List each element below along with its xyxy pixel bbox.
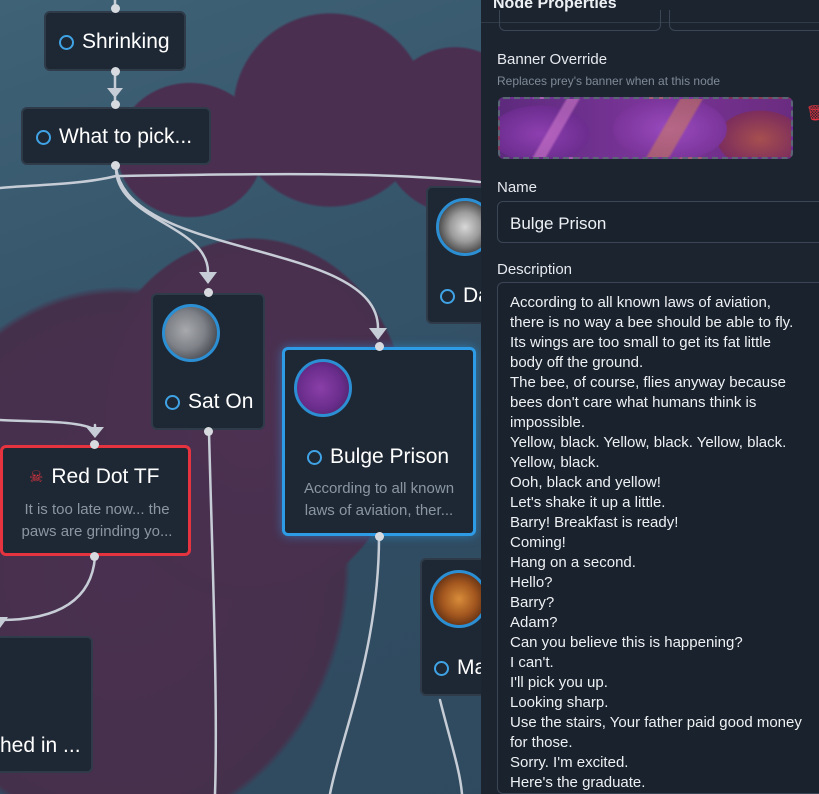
banner-override-label: Banner Override (497, 51, 608, 68)
description-textarea[interactable]: According to all known laws of aviation,… (497, 282, 819, 794)
skull-icon: ☠ (29, 469, 44, 486)
circle-outline-icon (440, 288, 455, 304)
description-line: According to all known laws of aviation, (510, 294, 771, 311)
node-description-line: paws are grinding yo... (21, 523, 173, 540)
description-line: Coming! (510, 534, 566, 551)
circle-outline-icon (434, 660, 449, 676)
description-line: bees don't care what humans think is (510, 394, 757, 411)
circle-outline-icon (165, 394, 180, 410)
name-label: Name (497, 179, 538, 196)
node-port[interactable] (111, 67, 120, 76)
description-line: Ooh, black and yellow! (510, 474, 661, 491)
edge-redot-down (0, 555, 97, 622)
node-label: Bulge Prison (330, 445, 450, 468)
edge-bulge-down (328, 535, 381, 794)
name-value: Bulge Prison (510, 214, 607, 233)
banner-image[interactable] (498, 97, 793, 159)
edge-ma-down (438, 698, 464, 794)
node-bulge-prison[interactable]: Bulge Prison According to all known laws… (282, 347, 476, 536)
description-label: Description (497, 261, 573, 278)
description-line: Hello? (510, 574, 553, 591)
circle-outline-icon (36, 129, 51, 145)
edge-sat-down (207, 430, 218, 794)
arrow-bottom-left (0, 617, 8, 628)
description-line: Barry! Breakfast is ready! (510, 514, 679, 531)
description-line: Adam? (510, 614, 558, 631)
banner-override-hint: Replaces prey's banner when at this node (497, 74, 721, 88)
node-port[interactable] (90, 552, 99, 561)
node-port[interactable] (375, 532, 384, 541)
description-line: there is no way a bee should be able to … (510, 314, 794, 331)
node-port[interactable] (204, 427, 213, 436)
node-description-line: According to all known (303, 480, 455, 497)
node-bottom-left-partial[interactable]: hed in ... (0, 636, 93, 773)
description-line: body off the ground. (510, 354, 644, 371)
node-avatar (294, 359, 352, 417)
node-label: Sat On (188, 390, 254, 413)
description-line: Yellow, black. Yellow, black. Yellow, bl… (510, 434, 787, 451)
arrow-redot (86, 427, 104, 438)
description-line: Use the stairs, Your father paid good mo… (510, 714, 802, 731)
node-port[interactable] (111, 100, 120, 109)
node-port[interactable] (204, 288, 213, 297)
description-line: Sorry. I'm excited. (510, 754, 629, 771)
name-field[interactable]: Bulge Prison (497, 201, 819, 243)
description-line: Hang on a second. (510, 554, 636, 571)
circle-outline-icon (59, 34, 74, 50)
node-description-line: laws of aviation, ther... (304, 502, 454, 519)
node-label: Shrinking (82, 30, 170, 53)
node-label: hed in ... (0, 734, 81, 757)
node-what-to-pick[interactable]: What to pick... (21, 107, 211, 165)
node-port[interactable] (90, 440, 99, 449)
description-line: impossible. (510, 414, 586, 431)
node-port[interactable] (375, 342, 384, 351)
node-port[interactable] (111, 4, 120, 13)
description-line: Let's shake it up a little. (510, 494, 666, 511)
trash-icon[interactable]: 🗑 (806, 104, 819, 122)
node-red-dot-tf[interactable]: ☠ Red Dot TF It is too late now... the p… (0, 445, 191, 556)
node-port[interactable] (111, 161, 120, 170)
arrow-sat (199, 272, 217, 284)
edge-what-da (114, 172, 482, 184)
edge-left-redot (0, 418, 97, 432)
node-shrinking[interactable]: Shrinking (44, 11, 186, 71)
description-line: Yellow, black. (510, 454, 600, 471)
description-line: Barry? (510, 594, 555, 611)
description-line: Can you believe this is happening? (510, 634, 743, 651)
description-line: I can't. (510, 654, 554, 671)
header-field-left (499, 10, 661, 31)
header-field-right (669, 10, 819, 31)
node-description-line: It is too late now... the (24, 501, 170, 518)
node-avatar (162, 304, 220, 362)
edge-what-left (0, 174, 118, 190)
circle-outline-icon (307, 449, 322, 465)
description-line: Its wings are too small to get its fat l… (510, 334, 771, 351)
description-line: Here's the graduate. (510, 774, 646, 791)
node-label: Red Dot TF (51, 465, 160, 488)
description-line: Looking sharp. (510, 694, 609, 711)
node-avatar (430, 570, 488, 628)
description-line: The bee, of course, flies anyway because (510, 374, 786, 391)
node-sat-on[interactable]: Sat On (151, 293, 265, 430)
description-line: for those. (510, 734, 573, 751)
description-line: I'll pick you up. (510, 674, 608, 691)
node-label: What to pick... (59, 125, 193, 148)
arrow-bulge (369, 328, 387, 340)
arrow-what (107, 88, 123, 98)
